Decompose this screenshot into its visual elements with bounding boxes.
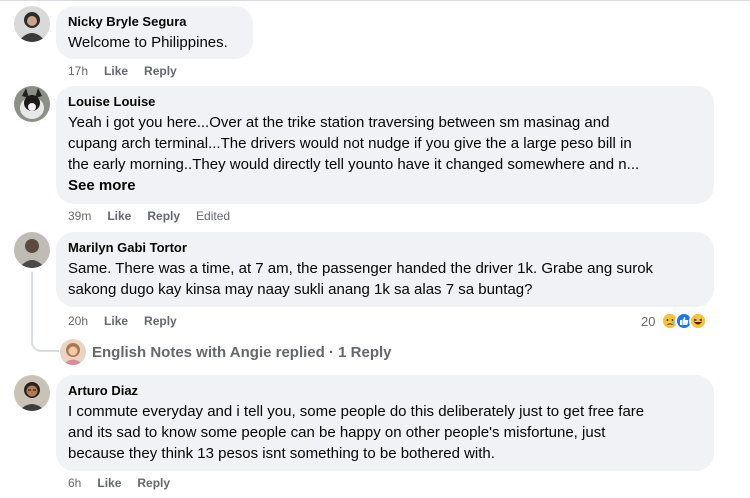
comment-actions: 20h Like Reply xyxy=(68,313,193,329)
comment-text-line: the early morning..They would directly t… xyxy=(68,156,640,173)
comment-text: Welcome to Philippines. xyxy=(68,34,228,51)
edited-label: Edited xyxy=(196,209,231,223)
comment-bubble: Marilyn Gabi Tortor Same. There was a ti… xyxy=(56,232,714,307)
comment-text-line: because they think 13 pesos isnt somethi… xyxy=(68,445,495,462)
reply-button[interactable]: Reply xyxy=(144,313,177,329)
comment-timestamp[interactable]: 39m xyxy=(68,208,91,224)
comment-bubble: Arturo Diaz I commute everyday and i tel… xyxy=(56,375,714,471)
comment-actions: 6h Like Reply xyxy=(68,475,186,491)
comment-author[interactable]: Marilyn Gabi Tortor xyxy=(68,240,702,256)
avatar[interactable] xyxy=(14,232,50,268)
reaction-summary[interactable]: 20 xyxy=(641,312,708,330)
haha-reaction-icon xyxy=(689,312,708,330)
comment-text-line: Yeah i got you here...Over at the trike … xyxy=(68,114,610,131)
like-button[interactable]: Like xyxy=(97,475,121,491)
comment-author[interactable]: Nicky Bryle Segura xyxy=(68,14,241,30)
avatar[interactable] xyxy=(14,86,50,122)
like-button[interactable]: Like xyxy=(107,208,131,224)
like-button[interactable]: Like xyxy=(104,313,128,329)
comment-text-line: and its sad to know some people can be h… xyxy=(68,424,606,441)
reply-thread-line xyxy=(31,272,59,352)
comment-bubble: Louise Louise Yeah i got you here...Over… xyxy=(56,86,714,204)
see-more-link[interactable]: See more xyxy=(68,175,702,196)
top-divider xyxy=(0,0,750,1)
reply-button[interactable]: Reply xyxy=(144,63,177,79)
avatar xyxy=(60,339,86,365)
comment-bubble: Nicky Bryle Segura Welcome to Philippine… xyxy=(56,6,253,59)
comment-text-line: sakong dugo kay kinsa may naay sukli ana… xyxy=(68,281,533,298)
comment-author[interactable]: Louise Louise xyxy=(68,94,702,110)
avatar[interactable] xyxy=(14,375,50,411)
replied-text[interactable]: English Notes with Angie replied · 1 Rep… xyxy=(92,344,392,361)
comment-text-line: Same. There was a time, at 7 am, the pas… xyxy=(68,260,654,277)
avatar[interactable] xyxy=(14,6,50,42)
comment-timestamp[interactable]: 20h xyxy=(68,313,88,329)
reaction-count: 20 xyxy=(641,313,656,329)
like-button[interactable]: Like xyxy=(104,63,128,79)
comment-timestamp[interactable]: 6h xyxy=(68,475,81,491)
reply-button[interactable]: Reply xyxy=(137,475,170,491)
reply-button[interactable]: Reply xyxy=(147,208,180,224)
comment-author[interactable]: Arturo Diaz xyxy=(68,383,702,399)
comment-actions: 17h Like Reply xyxy=(68,63,193,79)
comment-timestamp[interactable]: 17h xyxy=(68,63,88,79)
view-replies-link[interactable]: English Notes with Angie replied · 1 Rep… xyxy=(60,339,392,365)
comment-text-line: cupang arch terminal...The drivers would… xyxy=(68,135,632,152)
comment-text-line: I commute everyday and i tell you, some … xyxy=(68,403,645,420)
comment-actions: 39m Like Reply Edited xyxy=(68,208,246,224)
